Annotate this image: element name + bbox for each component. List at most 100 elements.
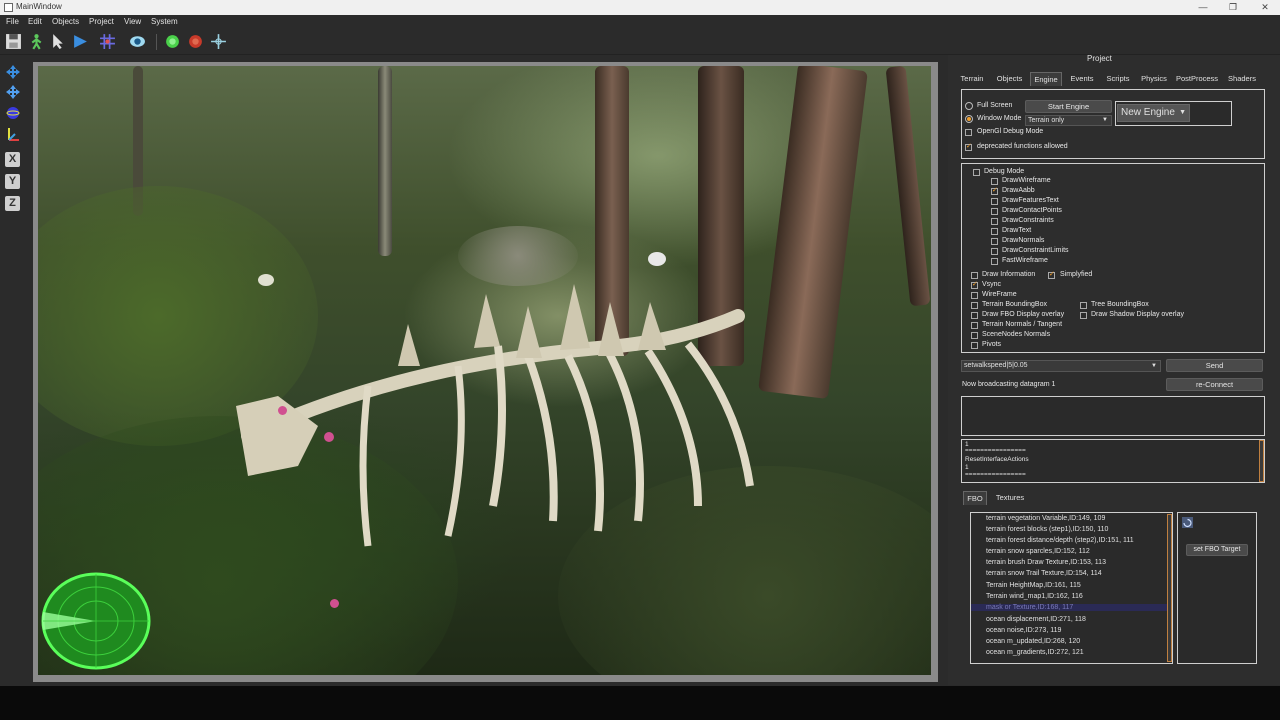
axis-x-button[interactable]: X [5,152,20,167]
tab-physics[interactable]: Physics [1138,72,1170,86]
minimize-button[interactable]: — [1188,0,1218,15]
axis-z-button[interactable]: Z [5,196,20,211]
fbo-list-item-selected[interactable]: mask or Texture,ID:168, 117 [971,604,1167,611]
pivots-checkbox[interactable] [971,342,978,349]
set-fbo-target-button[interactable]: set FBO Target [1186,544,1248,556]
fbo-list-item[interactable]: ocean m_gradients,ID:272, 121 [986,649,1084,656]
vsync-checkbox[interactable] [971,280,978,289]
debug-item-label: DrawText [1002,227,1032,234]
dropdown-arrow-icon: ▼ [1102,117,1108,123]
green-orb-icon[interactable] [164,33,181,50]
menu-edit[interactable]: Edit [28,17,42,26]
menu-objects[interactable]: Objects [52,17,79,26]
menu-project[interactable]: Project [89,17,114,26]
render-viewport[interactable] [38,66,931,675]
maximize-button[interactable]: ❐ [1218,0,1248,15]
tab-postprocess[interactable]: PostProcess [1174,72,1220,86]
debug-item-label: DrawConstraintLimits [1002,247,1069,254]
debug-item-checkbox[interactable] [991,238,998,245]
wireframe-checkbox[interactable] [971,292,978,299]
deprecated-checkbox[interactable] [965,142,972,151]
move-icon[interactable] [5,64,21,80]
tree-bbox-checkbox[interactable] [1080,302,1087,309]
debug-item-checkbox[interactable] [991,218,998,225]
tab-engine[interactable]: Engine [1030,72,1062,86]
tab-scripts[interactable]: Scripts [1101,72,1135,86]
axes-icon[interactable] [5,126,21,142]
eye-icon[interactable] [129,33,146,50]
scenenodes-normals-checkbox[interactable] [971,332,978,339]
full-screen-radio[interactable] [965,102,973,110]
play-icon[interactable] [72,33,89,50]
fbo-list-item[interactable]: ocean displacement,ID:271, 118 [986,616,1086,623]
log-line: ResetInterfaceActions [965,456,1029,463]
main-window: MainWindow — ❐ ✕ File Edit Objects Proje… [0,0,1280,720]
terrain-mode-select[interactable]: Terrain only ▼ [1025,115,1112,126]
debug-item-label: DrawWireframe [1002,177,1051,184]
simplyfied-checkbox[interactable] [1048,270,1055,279]
red-orb-icon[interactable] [187,33,204,50]
fbo-list-item[interactable]: Terrain wind_map1,ID:162, 116 [986,593,1083,600]
pointer-icon[interactable] [50,33,67,50]
log-scrollbar[interactable] [1259,440,1264,482]
move-alt-icon[interactable] [5,84,21,100]
fbo-list-item[interactable]: terrain vegetation Variable,ID:149, 109 [986,515,1105,522]
shadow-overlay-checkbox[interactable] [1080,312,1087,319]
scenenodes-normals-label: SceneNodes Normals [982,331,1051,338]
menu-system[interactable]: System [151,17,178,26]
fbo-list-item[interactable]: ocean m_updated,ID:268, 120 [986,638,1080,645]
refresh-icon[interactable] [1182,517,1193,528]
close-button[interactable]: ✕ [1250,0,1280,15]
draw-information-checkbox[interactable] [971,272,978,279]
tab-events[interactable]: Events [1066,72,1098,86]
simplyfied-label: Simplyfied [1060,271,1093,278]
save-icon[interactable] [5,33,22,50]
message-input[interactable] [961,396,1265,436]
debug-item-checkbox[interactable] [991,178,998,185]
debug-item-checkbox[interactable] [991,186,998,195]
debug-item-checkbox[interactable] [991,248,998,255]
left-toolbar: X Y Z [0,60,26,220]
toolbar-separator [156,34,157,50]
tab-terrain[interactable]: Terrain [956,72,988,86]
command-select[interactable]: setwalkspeed|5|0.05 ▼ [961,360,1161,372]
crosshair-icon[interactable] [210,33,227,50]
fbo-list-item[interactable]: Terrain HeightMap,ID:161, 115 [986,582,1081,589]
terrain-normals-checkbox[interactable] [971,322,978,329]
debug-item-checkbox[interactable] [991,258,998,265]
debug-item-checkbox[interactable] [991,198,998,205]
debug-mode-checkbox[interactable] [973,169,980,176]
fbo-list-item[interactable]: terrain forest distance/depth (step2),ID… [986,537,1134,544]
tab-objects[interactable]: Objects [993,72,1026,86]
debug-item-checkbox[interactable] [991,228,998,235]
new-engine-select[interactable]: New Engine ▼ [1117,104,1190,122]
deprecated-label: deprecated functions allowed [977,143,1068,150]
send-button[interactable]: Send [1166,359,1263,372]
fbo-list-item[interactable]: terrain brush Draw Texture,ID:153, 113 [986,559,1106,566]
sphere-icon[interactable] [5,105,21,121]
start-engine-button[interactable]: Start Engine [1025,100,1112,113]
tree-bbox-label: Tree BoundingBox [1091,301,1149,308]
console-log: 1 ================ ResetInterfaceActions… [961,439,1265,483]
debug-item-checkbox[interactable] [991,208,998,215]
menu-file[interactable]: File [6,17,19,26]
opengl-debug-checkbox[interactable] [965,129,972,136]
fbo-list-item[interactable]: ocean noise,ID:273, 119 [986,627,1061,634]
vsync-label: Vsync [982,281,1002,288]
tab-fbo[interactable]: FBO [963,491,987,505]
axis-y-button[interactable]: Y [5,174,20,189]
tab-textures[interactable]: Textures [991,491,1029,505]
character-icon[interactable] [28,33,45,50]
fbo-list-item[interactable]: terrain forest blocks (step1),ID:150, 11… [986,526,1108,533]
grid-icon[interactable] [99,33,116,50]
fbo-list-scrollbar[interactable] [1167,514,1172,662]
log-line: 1 [965,464,969,471]
reconnect-button[interactable]: re-Connect [1166,378,1263,391]
terrain-bbox-checkbox[interactable] [971,302,978,309]
fbo-list-item[interactable]: terrain snow Trail Texture,ID:154, 114 [986,570,1102,577]
menu-view[interactable]: View [124,17,141,26]
fbo-overlay-checkbox[interactable] [971,312,978,319]
fbo-list-item[interactable]: terrain snow sparcles,ID:152, 112 [986,548,1090,555]
tab-shaders[interactable]: Shaders [1224,72,1260,86]
window-mode-radio[interactable] [965,115,973,123]
